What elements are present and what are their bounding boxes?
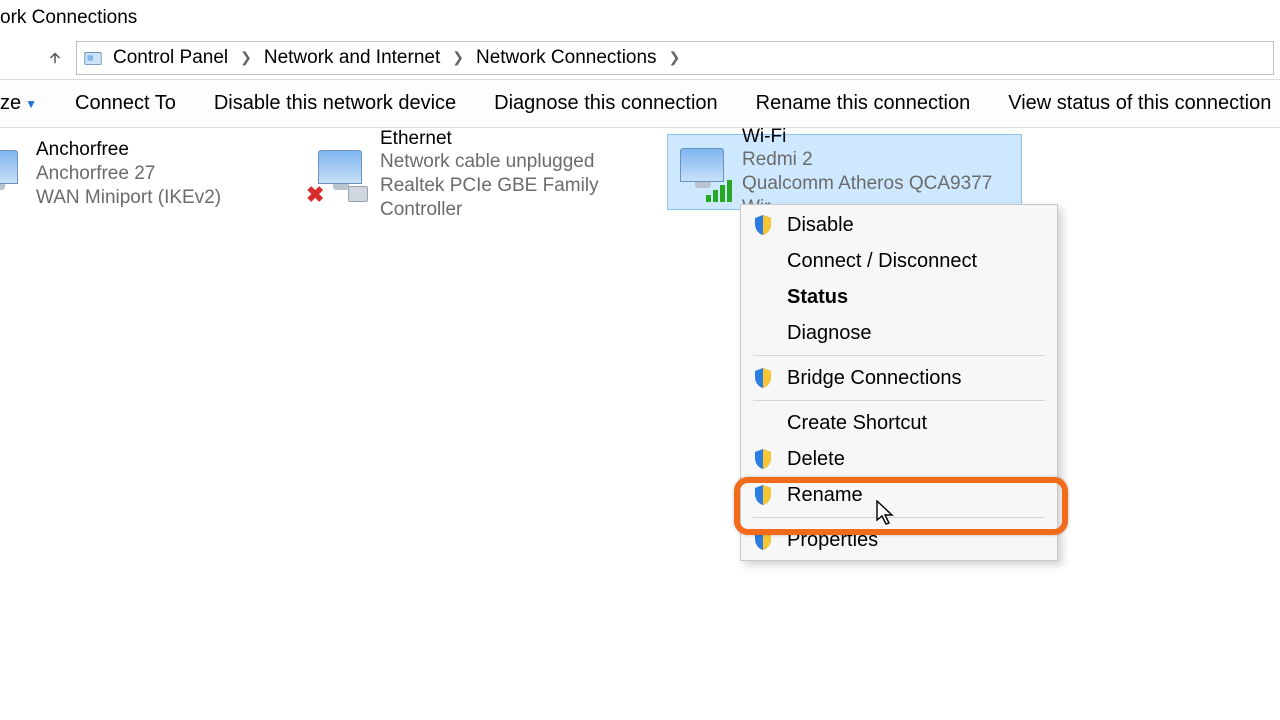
folder-icon — [81, 46, 105, 70]
up-button[interactable] — [40, 43, 70, 73]
ctx-status[interactable]: Status — [741, 279, 1057, 315]
error-icon: ✖ — [306, 182, 328, 204]
ctx-diagnose[interactable]: Diagnose — [741, 315, 1057, 351]
shield-icon — [753, 367, 773, 389]
menu-separator — [753, 400, 1045, 401]
connection-status: Network cable unplugged — [380, 150, 655, 174]
connections-area: Anchorfree Anchorfree 27 WAN Miniport (I… — [0, 128, 1280, 134]
chevron-down-icon: ▼ — [25, 97, 37, 111]
ctx-rename[interactable]: Rename — [741, 477, 1057, 513]
ctx-label: Properties — [787, 529, 878, 552]
shield-icon — [753, 448, 773, 470]
ctx-label: Connect / Disconnect — [787, 250, 977, 273]
ctx-connect-disconnect[interactable]: Connect / Disconnect — [741, 243, 1057, 279]
connection-item-wifi[interactable]: Wi-Fi Redmi 2 Qualcomm Atheros QCA9377 W… — [667, 134, 1022, 210]
connection-name: Wi-Fi — [742, 125, 1015, 149]
breadcrumb-item[interactable]: Network and Internet — [264, 47, 440, 69]
up-arrow-icon — [46, 49, 64, 67]
connection-item-anchorfree[interactable]: Anchorfree Anchorfree 27 WAN Miniport (I… — [0, 136, 317, 212]
window-titlebar: ork Connections — [0, 0, 1280, 36]
shield-icon — [753, 529, 773, 551]
breadcrumb-item[interactable]: Control Panel — [113, 47, 228, 69]
ctx-label: Create Shortcut — [787, 412, 927, 435]
breadcrumb-item[interactable]: Network Connections — [476, 47, 657, 69]
connection-name: Ethernet — [380, 127, 655, 151]
ctx-disable[interactable]: Disable — [741, 207, 1057, 243]
rename-connection-button[interactable]: Rename this connection — [756, 92, 971, 115]
ctx-label: Bridge Connections — [787, 367, 962, 390]
connection-device: Realtek PCIe GBE Family Controller — [380, 174, 655, 222]
connection-status: Redmi 2 — [742, 148, 1015, 172]
network-adapter-icon — [0, 146, 24, 202]
ctx-delete[interactable]: Delete — [741, 441, 1057, 477]
address-bar: Control Panel ❯ Network and Internet ❯ N… — [0, 36, 1280, 80]
breadcrumb[interactable]: Control Panel ❯ Network and Internet ❯ N… — [76, 41, 1274, 75]
network-adapter-icon — [674, 144, 730, 200]
diagnose-connection-button[interactable]: Diagnose this connection — [494, 92, 717, 115]
ctx-label: Status — [787, 286, 848, 309]
chevron-right-icon: ❯ — [240, 49, 252, 66]
connection-name: Anchorfree — [36, 138, 221, 162]
ctx-label: Disable — [787, 214, 854, 237]
shield-icon — [753, 484, 773, 506]
ctx-label: Diagnose — [787, 322, 872, 345]
wifi-signal-icon — [706, 180, 732, 202]
ctx-label: Delete — [787, 448, 845, 471]
connection-device: WAN Miniport (IKEv2) — [36, 186, 221, 210]
disable-device-button[interactable]: Disable this network device — [214, 92, 456, 115]
toolbar: ze ▼ Connect To Disable this network dev… — [0, 80, 1280, 128]
connect-to-button[interactable]: Connect To — [75, 92, 176, 115]
ctx-bridge-connections[interactable]: Bridge Connections — [741, 360, 1057, 396]
shield-icon — [753, 214, 773, 236]
network-adapter-icon: ✖ — [312, 146, 368, 202]
context-menu: Disable Connect / Disconnect Status Diag… — [740, 204, 1058, 561]
window-title: ork Connections — [0, 7, 137, 29]
menu-separator — [753, 355, 1045, 356]
ctx-label: Rename — [787, 484, 863, 507]
ctx-create-shortcut[interactable]: Create Shortcut — [741, 405, 1057, 441]
organize-button[interactable]: ze ▼ — [0, 92, 37, 115]
menu-separator — [753, 517, 1045, 518]
view-status-button[interactable]: View status of this connection — [1008, 92, 1271, 115]
chevron-right-icon: ❯ — [669, 49, 681, 66]
ctx-properties[interactable]: Properties — [741, 522, 1057, 558]
chevron-right-icon: ❯ — [452, 49, 464, 66]
connection-item-ethernet[interactable]: ✖ Ethernet Network cable unplugged Realt… — [306, 136, 661, 212]
connection-status: Anchorfree 27 — [36, 162, 221, 186]
